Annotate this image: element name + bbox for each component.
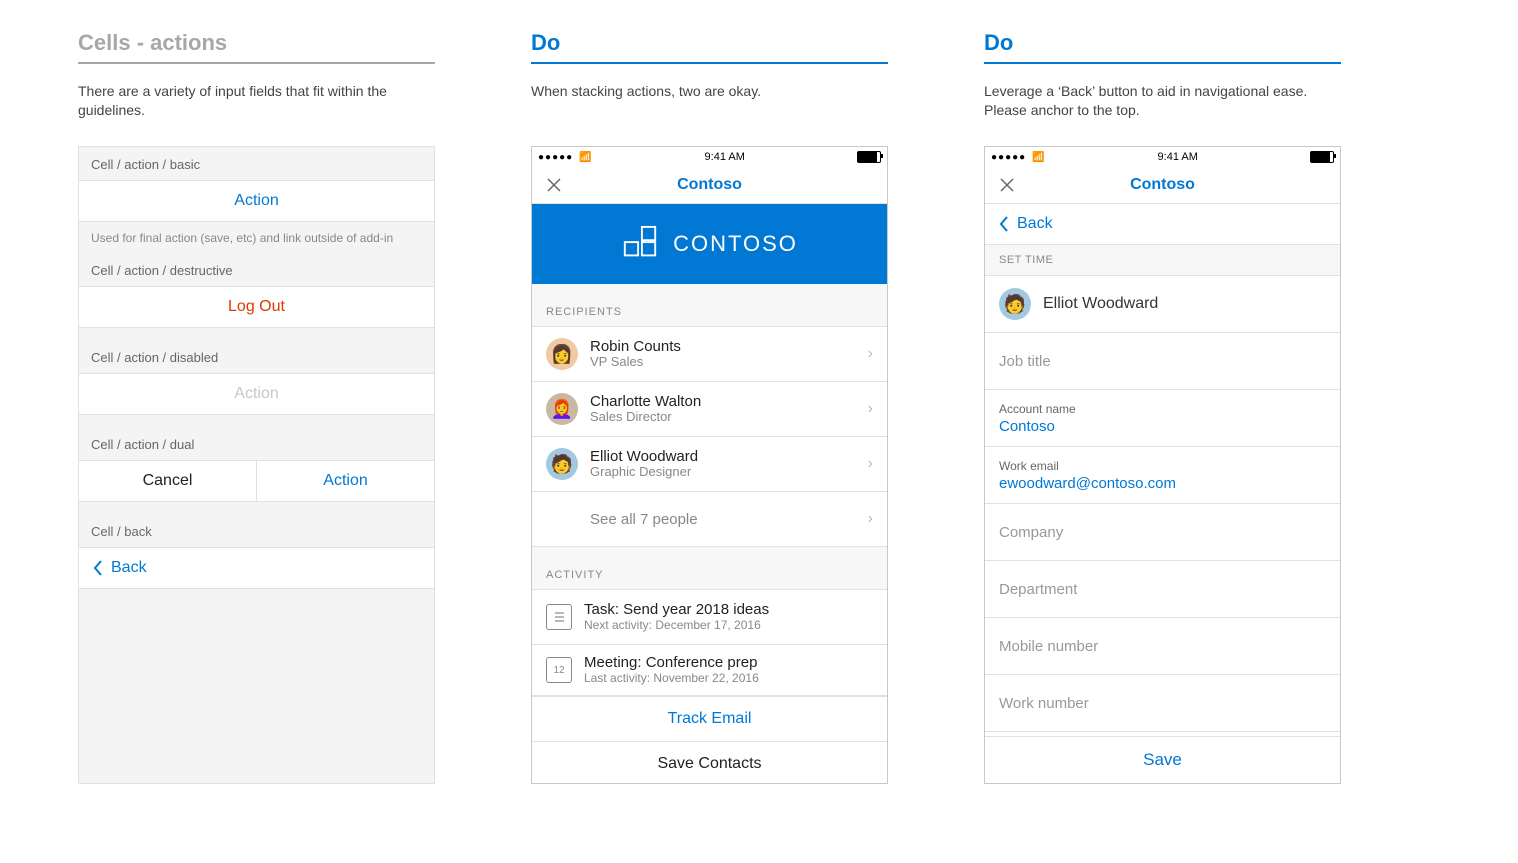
cell-note-basic: Used for final action (save, etc) and li… [79,222,434,253]
cell-label-back: Cell / back [79,502,434,547]
work-number-field[interactable]: Work number [985,675,1340,732]
see-all-row[interactable]: See all 7 people › [532,492,887,547]
avatar: 🧑 [546,448,578,480]
field-label: Account name [999,402,1326,416]
brand-bar: CONTOSO [532,204,887,284]
track-email-button[interactable]: Track Email [532,696,887,741]
column-blurb: There are a variety of input fields that… [78,82,435,120]
avatar: 👩 [546,338,578,370]
cell-action-basic[interactable]: Action [79,180,434,222]
chevron-right-icon: › [868,345,873,363]
signal-icon: ●●●●● [991,152,1045,163]
cell-label-basic: Cell / action / basic [79,147,434,180]
activity-row[interactable]: Task: Send year 2018 ideas Next activity… [532,590,887,645]
job-title-field[interactable]: Job title [985,333,1340,390]
column-blurb: When stacking actions, two are okay. [531,82,888,120]
recipient-role: Sales Director [590,410,856,425]
close-button[interactable] [536,177,572,193]
back-label: Back [1017,215,1053,233]
see-all-label: See all 7 people [590,511,856,528]
field-value: Contoso [999,418,1326,435]
nav-title: Contoso [1025,176,1300,194]
close-button[interactable] [989,177,1025,193]
cell-action-logout[interactable]: Log Out [79,286,434,328]
recipient-role: VP Sales [590,355,856,370]
field-value: ewoodward@contoso.com [999,475,1326,492]
back-label: Back [111,559,147,577]
cell-back[interactable]: Back [79,547,434,589]
save-button[interactable]: Save [985,736,1340,783]
chevron-left-icon [93,560,103,576]
status-bar: ●●●●● 9:41 AM [532,147,887,167]
brand-logo-icon [621,225,659,263]
recipient-name: Elliot Woodward [590,448,856,465]
column-blurb: Leverage a ‘Back’ button to aid in navig… [984,82,1341,120]
column-title: Do [531,30,888,64]
list-icon [546,604,572,630]
recipient-role: Graphic Designer [590,465,856,480]
section-set-time: SET TIME [985,245,1340,276]
brand-name: CONTOSO [673,231,798,257]
activity-title: Task: Send year 2018 ideas [584,601,873,618]
activity-sub: Next activity: December 17, 2016 [584,619,873,633]
nav-title: Contoso [572,176,847,194]
chevron-left-icon [999,216,1009,232]
chevron-right-icon: › [868,510,873,528]
column-title: Do [984,30,1341,64]
battery-icon [1310,151,1334,163]
person-row: 🧑 Elliot Woodward [985,276,1340,333]
company-field[interactable]: Company [985,504,1340,561]
email-field[interactable]: Work email ewoodward@contoso.com [985,447,1340,504]
dual-action-button[interactable]: Action [257,461,434,501]
cell-label-disabled: Cell / action / disabled [79,328,434,373]
avatar: 🧑 [999,288,1031,320]
section-recipients: RECIPIENTS [532,284,887,327]
signal-icon: ●●●●● [538,152,592,163]
status-time: 9:41 AM [1045,151,1310,163]
recipient-name: Robin Counts [590,338,856,355]
activity-row[interactable]: Meeting: Conference prep Last activity: … [532,645,887,696]
recipient-name: Charlotte Walton [590,393,856,410]
chevron-right-icon: › [868,400,873,418]
recipient-row[interactable]: 🧑 Elliot Woodward Graphic Designer › [532,437,887,492]
account-field[interactable]: Account name Contoso [985,390,1340,447]
column-title: Cells - actions [78,30,435,64]
cell-action-disabled: Action [79,373,434,415]
field-label: Work email [999,459,1326,473]
activity-sub: Last activity: November 22, 2016 [584,672,873,686]
nav-bar: Contoso [985,167,1340,204]
department-field[interactable]: Department [985,561,1340,618]
calendar-icon [546,657,572,683]
cells-catalog: Cell / action / basic Action Used for fi… [78,146,435,784]
recipient-row[interactable]: 👩‍🦰 Charlotte Walton Sales Director › [532,382,887,437]
person-name: Elliot Woodward [1043,295,1158,313]
battery-icon [857,151,881,163]
save-contacts-button[interactable]: Save Contacts [532,741,887,784]
nav-bar: Contoso [532,167,887,204]
phone-mockup: ●●●●● 9:41 AM Contoso Back SET TIME 🧑 [984,146,1341,784]
cell-action-dual: Cancel Action [79,460,434,502]
phone-mockup: ●●●●● 9:41 AM Contoso CONTOSO RE [531,146,888,784]
recipient-row[interactable]: 👩 Robin Counts VP Sales › [532,327,887,382]
back-button[interactable]: Back [985,204,1340,245]
cell-label-destructive: Cell / action / destructive [79,253,434,286]
status-time: 9:41 AM [592,151,857,163]
status-bar: ●●●●● 9:41 AM [985,147,1340,167]
dual-cancel-button[interactable]: Cancel [79,461,257,501]
cell-label-dual: Cell / action / dual [79,415,434,460]
section-activity: ACTIVITY [532,547,887,590]
chevron-right-icon: › [868,455,873,473]
mobile-field[interactable]: Mobile number [985,618,1340,675]
activity-title: Meeting: Conference prep [584,654,873,671]
avatar: 👩‍🦰 [546,393,578,425]
